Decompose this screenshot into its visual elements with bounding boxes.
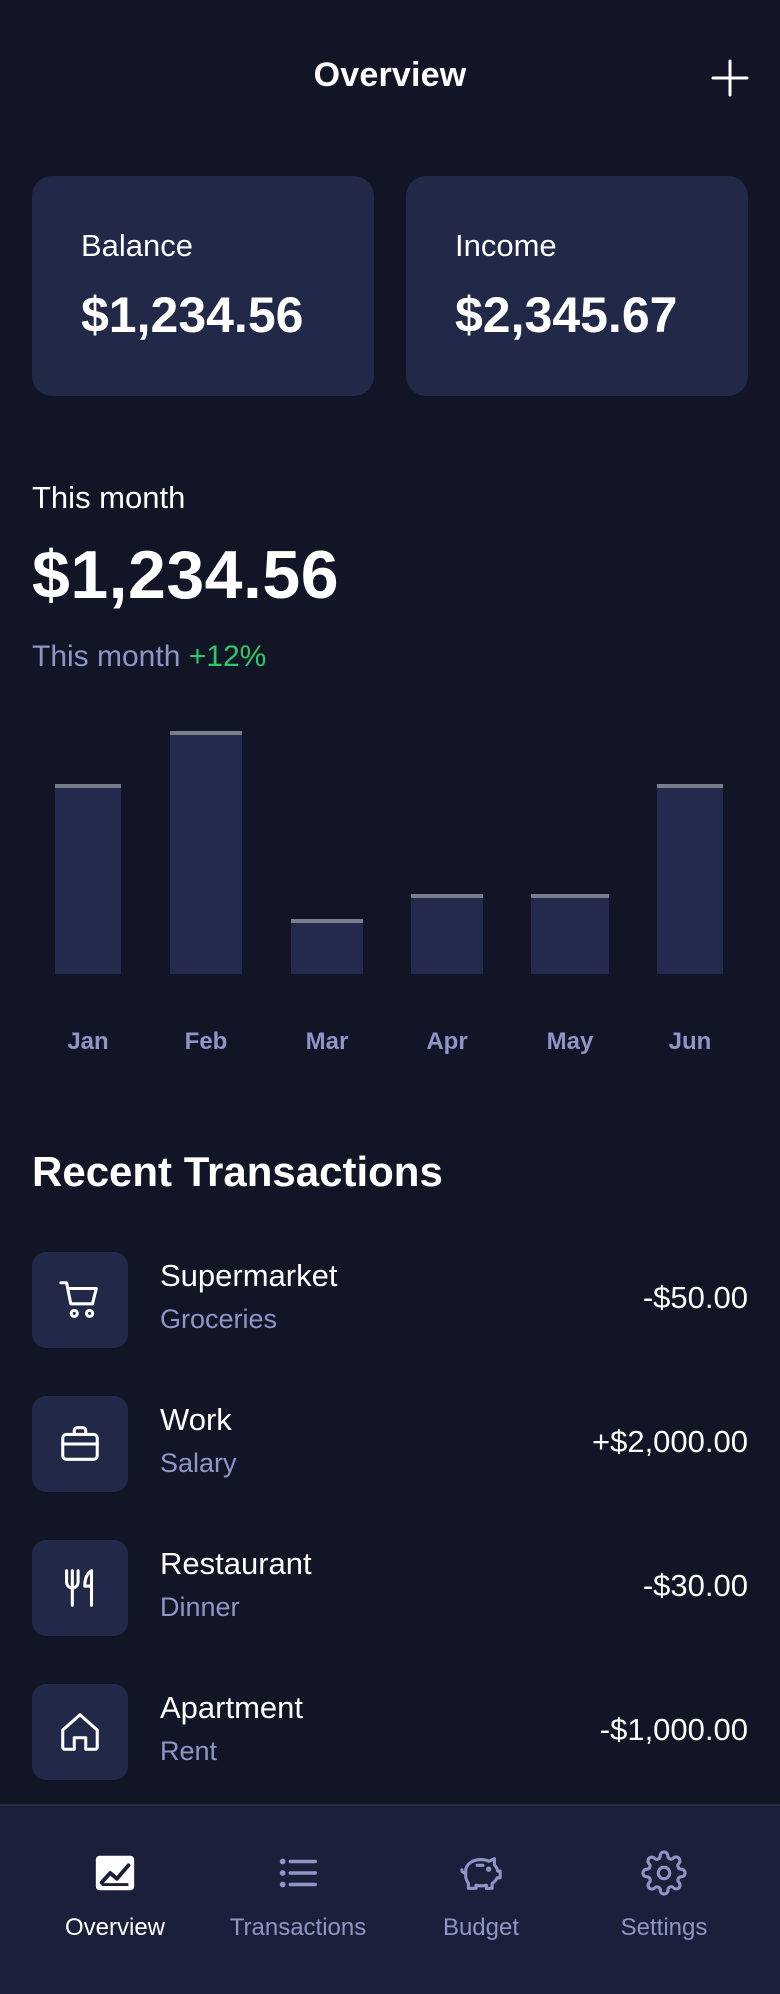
transaction-icon-tile [32,1684,128,1780]
income-label: Income [455,228,557,263]
balance-card[interactable]: Balance $1,234.56 [32,176,374,396]
transaction-name: Work [160,1402,232,1437]
income-card[interactable]: Income $2,345.67 [406,176,748,396]
nav-item-budget[interactable]: Budget [391,1806,571,1966]
chart-x-label: Feb [185,1028,228,1055]
transaction-name: Restaurant [160,1546,312,1581]
month-change: This month +12% [32,640,266,674]
transaction-amount: -$30.00 [642,1568,748,1603]
app-header: Overview [0,0,780,156]
month-amount: $1,234.56 [32,537,340,613]
bottom-navigation: Overview Transactions Budget Settings [0,1804,780,1994]
chart-x-label: Mar [306,1028,349,1055]
nav-label: Transactions [229,1914,367,1941]
chart-x-label: Apr [426,1028,467,1055]
chart-bar-feb [170,731,242,974]
transaction-name: Apartment [160,1690,304,1725]
chart-x-label: Jun [669,1028,712,1055]
month-change-percent: +12% [188,640,267,673]
nav-item-settings[interactable]: Settings [574,1806,754,1966]
plus-icon [711,59,749,97]
transaction-name: Supermarket [160,1258,338,1293]
transaction-amount: +$2,000.00 [591,1424,748,1459]
transaction-row[interactable]: Supermarket Groceries -$50.00 [32,1252,748,1348]
nav-label: Overview [64,1914,166,1941]
chart-bar-cap [170,731,242,735]
chart-bar-jun [657,784,723,974]
month-change-label: This month [32,640,181,673]
chart-svg: Jan Feb Mar Apr May Jun [55,731,723,1055]
chart-bar-jan [55,784,121,974]
transaction-amount: -$50.00 [642,1280,748,1315]
transaction-category: Salary [160,1448,237,1478]
gear-icon [641,1850,687,1896]
nav-item-transactions[interactable]: Transactions [208,1806,388,1966]
chart-bar-apr [411,894,483,974]
income-value: $2,345.67 [455,287,678,343]
home-icon [61,1713,99,1751]
briefcase-icon [61,1426,99,1461]
page-title: Overview [313,56,467,94]
add-button[interactable] [710,58,750,98]
utensils-icon [65,1569,94,1607]
transaction-row[interactable]: Apartment Rent -$1,000.00 [32,1684,748,1780]
chart-icon [95,1855,135,1891]
recent-transactions-title: Recent Transactions [32,1148,443,1195]
chart-bar-cap [55,784,121,788]
cart-icon [59,1281,98,1319]
chart-bar-cap [531,894,609,898]
chart-bar-cap [291,919,363,923]
list-icon [279,1858,317,1888]
transaction-category: Rent [160,1736,218,1766]
balance-value: $1,234.56 [81,287,304,343]
chart-bar-mar [291,919,363,974]
transaction-icon-tile [32,1540,128,1636]
nav-label: Settings [620,1914,708,1941]
transaction-icon-tile [32,1396,128,1492]
chart-x-label: May [547,1028,594,1055]
transaction-row[interactable]: Restaurant Dinner -$30.00 [32,1540,748,1636]
overview-screen: Overview Balance $1,234.56 Income $2,345… [0,0,780,1994]
transaction-amount: -$1,000.00 [599,1712,748,1747]
month-label: This month [32,480,186,515]
piggy-bank-icon [460,1857,502,1890]
chart-bar-may [531,894,609,974]
chart-bar-cap [411,894,483,898]
nav-label: Budget [442,1914,520,1941]
monthly-bar-chart: Jan Feb Mar Apr May Jun [0,700,780,1080]
transaction-category: Dinner [160,1592,240,1622]
chart-x-label: Jan [67,1028,108,1055]
transaction-row[interactable]: Work Salary +$2,000.00 [32,1396,748,1492]
transaction-category: Groceries [160,1304,278,1334]
balance-label: Balance [81,228,194,263]
transaction-icon-tile [32,1252,128,1348]
nav-item-overview[interactable]: Overview [25,1806,205,1966]
chart-bar-cap [657,784,723,788]
